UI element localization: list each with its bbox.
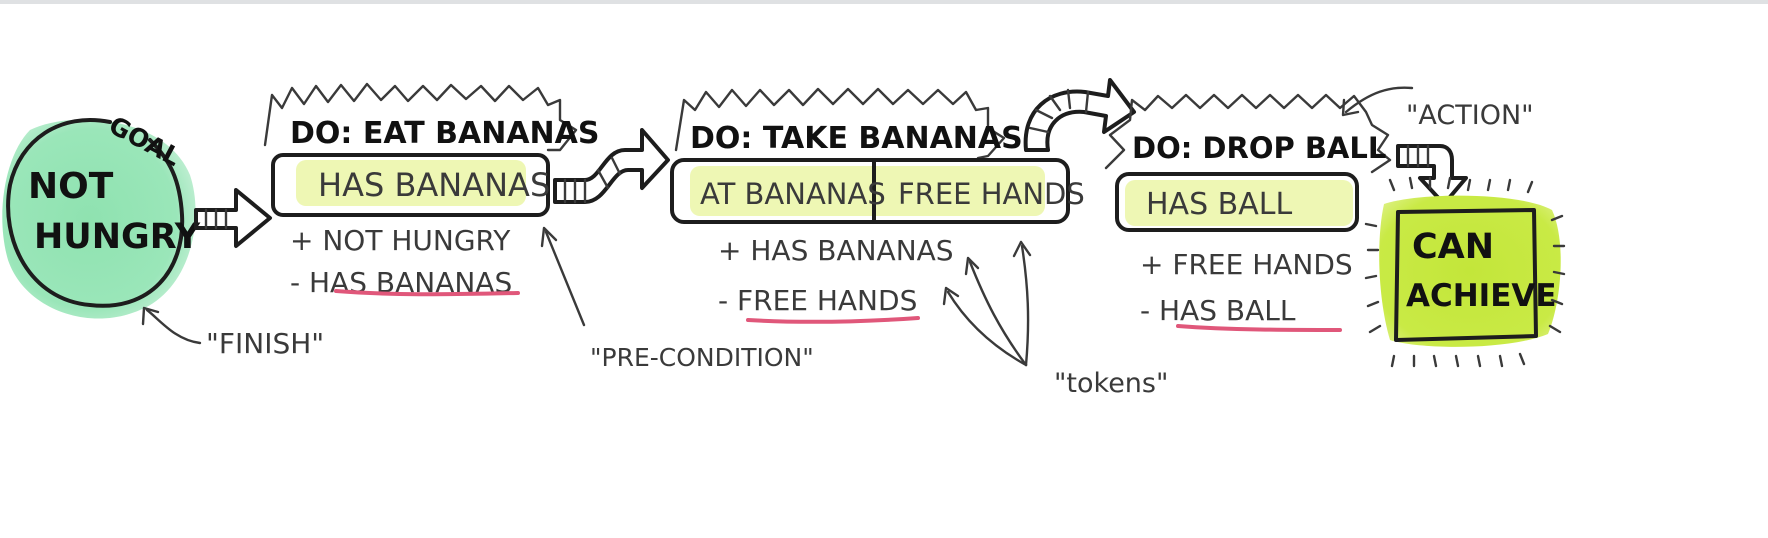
- action-label: "ACTION": [1406, 100, 1534, 131]
- drop-title: DO: DROP BALL: [1132, 131, 1386, 165]
- start-node: CAN ACHIEVE: [1364, 176, 1566, 368]
- take-effect-0: + HAS BANANAS: [718, 234, 954, 267]
- start-line2: ACHIEVE: [1406, 278, 1557, 314]
- eat-pre-0: HAS BANANAS: [318, 166, 550, 204]
- goal-line2: HUNGRY: [34, 217, 201, 257]
- tokens-pointers: "tokens": [942, 240, 1168, 399]
- action-eat-bananas: DO: EAT BANANAS HAS BANANAS + NOT HUNGRY…: [263, 82, 599, 299]
- finish-pointer: [145, 308, 202, 345]
- action-drop-ball: DO: DROP BALL HAS BALL + FREE HANDS - HA…: [1104, 93, 1392, 332]
- finish-label: "FINISH": [206, 327, 324, 360]
- action-take-bananas: DO: TAKE BANANAS AT BANANAS FREE HANDS +…: [670, 87, 1085, 324]
- drop-effect-0: + FREE HANDS: [1140, 248, 1353, 281]
- goal-line1: NOT: [28, 166, 114, 207]
- goal-node: GOAL NOT HUNGRY "FINISH": [2, 110, 324, 360]
- start-line1: CAN: [1412, 227, 1494, 267]
- take-pre-1: FREE HANDS: [898, 177, 1085, 211]
- arrow-take-to-drop: [1023, 78, 1136, 152]
- tokens-label: "tokens": [1054, 368, 1168, 399]
- precondition-label: "PRE-CONDITION": [590, 343, 814, 372]
- take-pre-0: AT BANANAS: [700, 177, 886, 211]
- goap-diagram: GOAL NOT HUNGRY "FINISH" DO: EAT BANANAS…: [2, 78, 1566, 399]
- arrow-drop-to-start: [1396, 144, 1468, 206]
- eat-effect-0: + NOT HUNGRY: [290, 224, 511, 257]
- eat-title: DO: EAT BANANAS: [290, 116, 599, 151]
- take-remove-underline: [746, 316, 920, 324]
- arrow-goal-to-eat: [194, 188, 272, 248]
- take-effect-1: - FREE HANDS: [718, 284, 917, 317]
- take-title: DO: TAKE BANANAS: [690, 121, 1023, 156]
- drop-pre-0: HAS BALL: [1146, 187, 1292, 222]
- drop-effect-1: - HAS BALL: [1140, 294, 1296, 327]
